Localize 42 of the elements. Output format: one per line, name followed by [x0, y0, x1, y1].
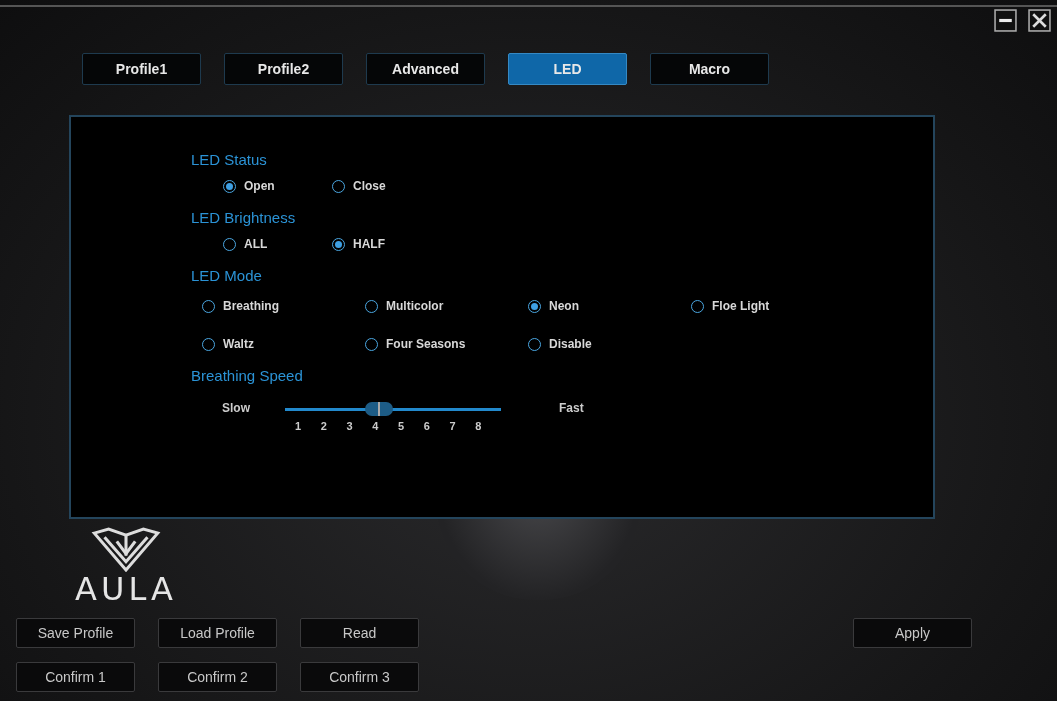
- tab[interactable]: Profile2: [224, 53, 343, 85]
- radio-option[interactable]: HALF: [332, 237, 441, 251]
- slider-thumb[interactable]: [364, 402, 393, 416]
- radio-option[interactable]: Neon: [528, 299, 637, 313]
- tab[interactable]: Macro: [650, 53, 769, 85]
- action-button[interactable]: Save Profile: [16, 618, 135, 648]
- tick-label: 5: [398, 420, 406, 432]
- section-heading: LED Mode: [191, 267, 263, 286]
- action-button[interactable]: Confirm 3: [300, 662, 419, 692]
- radio-option[interactable]: Four Seasons: [365, 337, 474, 351]
- section-heading: Breathing Speed: [191, 367, 304, 386]
- action-button[interactable]: Read: [300, 618, 419, 648]
- radio-option[interactable]: Floe Light: [691, 299, 800, 313]
- radio-option[interactable]: Waltz: [202, 337, 311, 351]
- logo-emblem-icon: [90, 527, 162, 572]
- action-button[interactable]: Confirm 1: [16, 662, 135, 692]
- tick-label: 2: [320, 420, 328, 432]
- logo-text: AULA: [75, 572, 177, 606]
- apply-button[interactable]: Apply: [853, 618, 972, 648]
- radio-option[interactable]: Disable: [528, 337, 637, 351]
- radio-option[interactable]: Open: [223, 179, 332, 193]
- tick-label: 6: [423, 420, 431, 432]
- tick-label: 8: [475, 420, 483, 432]
- tick-label: 3: [346, 420, 354, 432]
- section-heading: LED Status: [191, 151, 268, 170]
- section-heading: LED Brightness: [191, 209, 297, 228]
- action-button[interactable]: Load Profile: [158, 618, 277, 648]
- action-button[interactable]: Confirm 2: [158, 662, 277, 692]
- radio-option[interactable]: Breathing: [202, 299, 311, 313]
- radio-option[interactable]: Close: [332, 179, 441, 193]
- tab[interactable]: Profile1: [82, 53, 201, 85]
- tick-label: 4: [372, 420, 380, 432]
- tick-label: 1: [295, 420, 303, 432]
- tab[interactable]: LED: [508, 53, 627, 85]
- slow-label: Slow: [221, 401, 251, 415]
- tick-label: 7: [449, 420, 457, 432]
- minimize-icon[interactable]: [994, 9, 1017, 32]
- radio-option[interactable]: ALL: [223, 237, 332, 251]
- fast-label: Fast: [558, 401, 584, 415]
- tab[interactable]: Advanced: [366, 53, 485, 85]
- radio-option[interactable]: Multicolor: [365, 299, 474, 313]
- close-icon[interactable]: [1028, 9, 1051, 32]
